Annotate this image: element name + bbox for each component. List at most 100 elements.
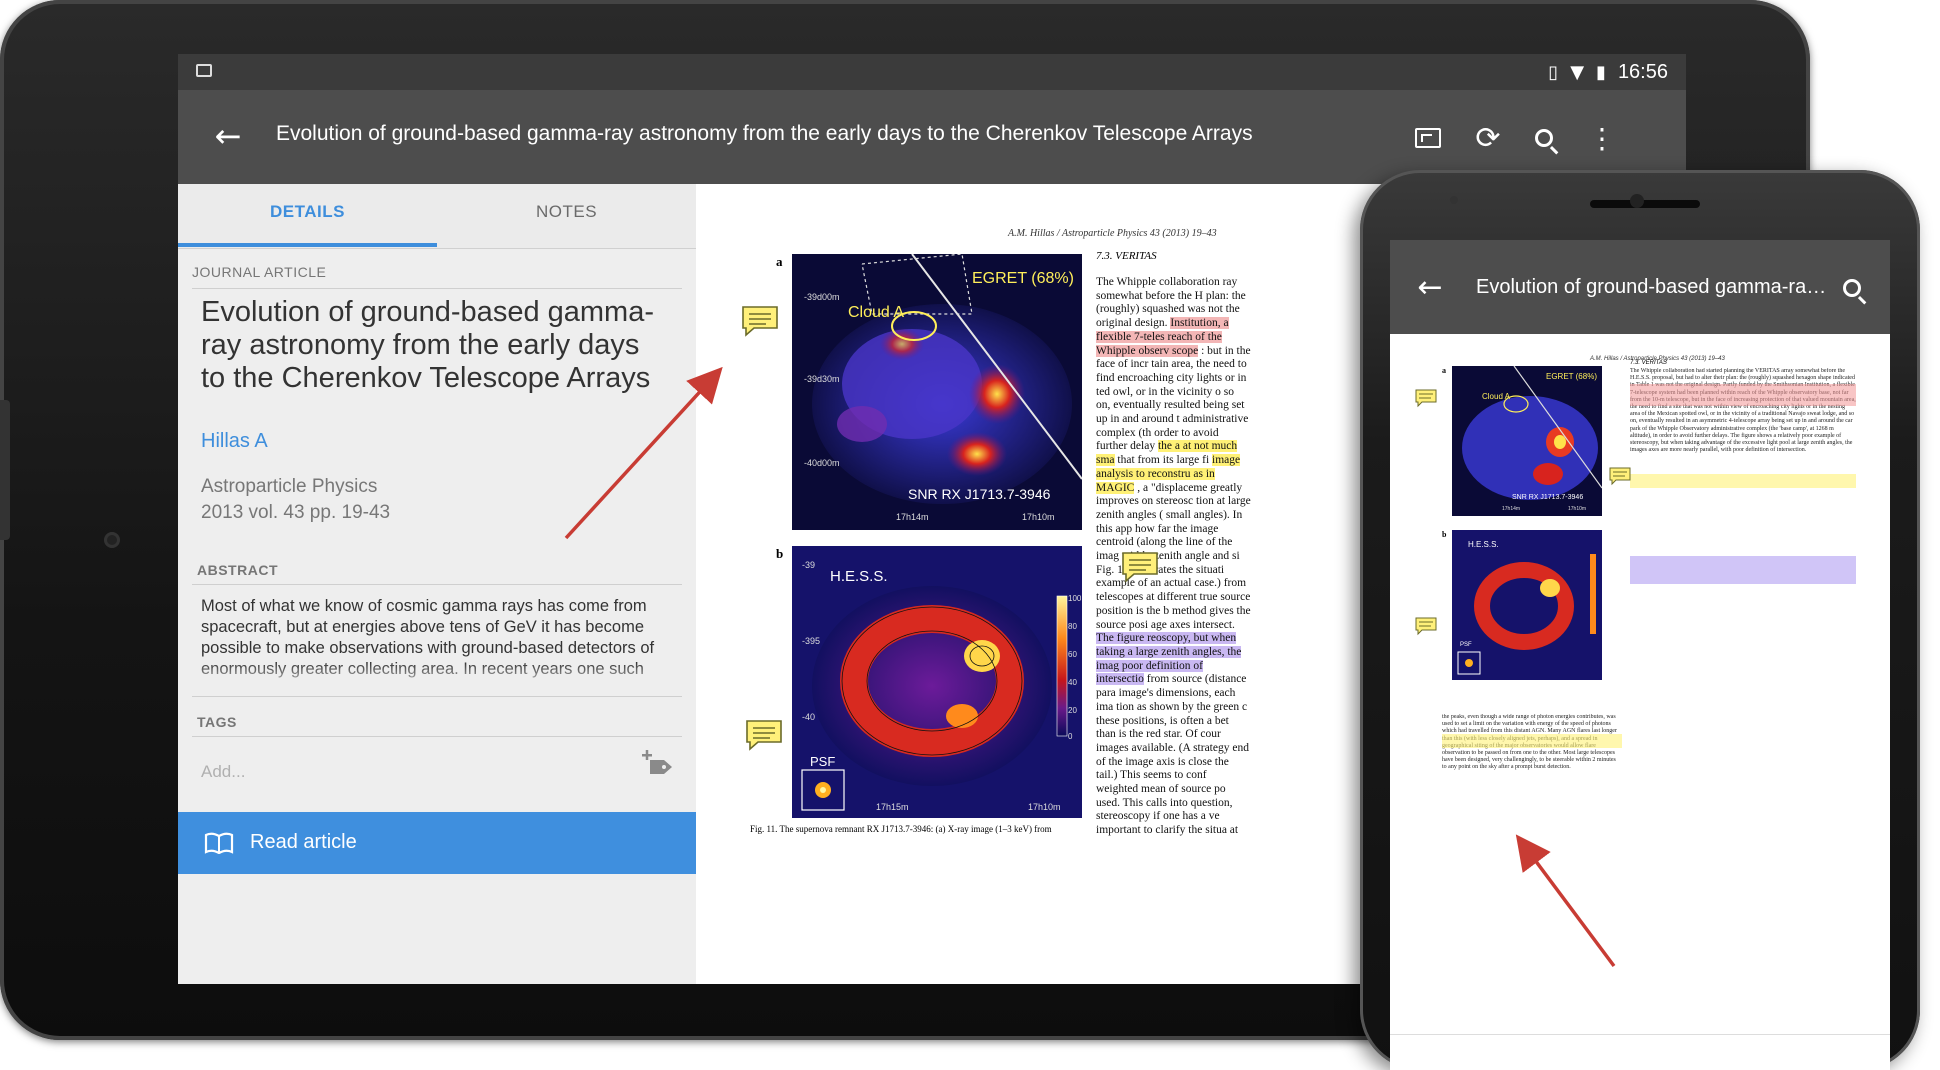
more-vert-icon: ⋮ [1588, 121, 1616, 155]
tags-label: TAGS [197, 714, 237, 730]
phone-note-icon[interactable] [1414, 388, 1438, 408]
book-icon [204, 832, 234, 855]
read-article-button[interactable]: Read article [178, 812, 696, 874]
divider [192, 288, 682, 289]
psf-label: PSF [810, 754, 836, 769]
status-bar: ▯ ▼ ▮ 16:56 [178, 54, 1686, 90]
scale-tick: 100 [1068, 594, 1082, 603]
phone-highlight-yellow[interactable] [1630, 474, 1856, 488]
fit-screen-icon [1415, 128, 1441, 148]
phone-egret-label: EGRET (68%) [1546, 372, 1597, 381]
phone-x-tick: 17h14m [1502, 506, 1521, 512]
y-tick: -40d00m [804, 458, 840, 468]
note-icon[interactable] [740, 304, 780, 338]
divider [192, 696, 682, 697]
author-link[interactable]: Hillas A [201, 430, 268, 453]
phone-panel-a-letter: a [1442, 366, 1446, 375]
x-tick: 17h14m [896, 512, 929, 522]
tablet-side-button [0, 400, 10, 540]
search-icon [1535, 129, 1553, 147]
add-tag-icon[interactable] [640, 750, 676, 780]
details-panel: DETAILS NOTES JOURNAL ARTICLE Evolution … [178, 184, 696, 984]
phone-hess-label: H.E.S.S. [1468, 540, 1499, 549]
y-tick: -40 [802, 712, 816, 722]
phone-document-title: Evolution of ground-based gamma-ray astr… [1476, 276, 1836, 298]
phone-sensor [1450, 196, 1458, 204]
running-head: A.M. Hillas / Astroparticle Physics 43 (… [1008, 228, 1217, 239]
y-tick: -39 [802, 560, 816, 570]
snr-label: SNR RX J1713.7-3946 [908, 486, 1051, 502]
tags-input[interactable]: Add... [201, 762, 245, 782]
phone-speaker [1590, 200, 1700, 208]
tab-details[interactable]: DETAILS [178, 184, 437, 248]
figure-panel-b: H.E.S.S. PSF -39 -395 -40 17h15m 17h10m … [792, 546, 1082, 818]
y-tick: -395 [802, 636, 821, 646]
abstract-label: ABSTRACT [197, 562, 278, 578]
tablet-camera [104, 532, 120, 548]
phone-note-icon[interactable] [1414, 616, 1438, 636]
search-icon [1843, 279, 1861, 297]
journal-name: Astroparticle Physics [201, 476, 378, 497]
phone-cloud-label: Cloud A [1482, 392, 1511, 401]
note-icon[interactable] [744, 718, 784, 752]
divider [192, 584, 682, 585]
battery-icon: ▮ [1596, 61, 1606, 83]
phone-camera [1630, 194, 1644, 208]
phone-figure-panel-a: EGRET (68%) Cloud A SNR RX J1713.7-3946 … [1452, 366, 1602, 516]
phone-highlight-red[interactable] [1630, 384, 1856, 406]
abstract-fade [198, 662, 688, 692]
document-title: Evolution of ground-based gamma-ray astr… [276, 122, 1253, 145]
y-tick: -39d00m [804, 292, 840, 302]
fit-screen-button[interactable] [1408, 118, 1448, 158]
phone-app-bar: ← Evolution of ground-based gamma-ray as… [1390, 240, 1890, 334]
status-right: ▯ ▼ ▮ 16:56 [1548, 58, 1668, 86]
x-tick: 17h15m [876, 802, 909, 812]
text-segment: that from its large fi [1117, 454, 1213, 467]
scale-tick: 80 [1068, 622, 1077, 631]
phone-search-button[interactable] [1838, 274, 1866, 302]
back-arrow-icon: ← [214, 117, 242, 155]
phone-body-text[interactable]: The Whipple collaboration had started pl… [1630, 368, 1856, 808]
cloud-a-label: Cloud A [848, 304, 905, 321]
phone-back-button[interactable]: ← [1410, 268, 1450, 308]
phone-highlight-yellow[interactable] [1442, 734, 1622, 748]
panel-a-letter: a [776, 254, 783, 269]
hess-label: H.E.S.S. [830, 568, 888, 585]
phone-highlight-purple[interactable] [1630, 556, 1856, 584]
read-article-label: Read article [250, 831, 357, 853]
back-button[interactable]: ← [208, 116, 248, 156]
phone-x-tick: 17h10m [1568, 506, 1587, 512]
phone-note-icon[interactable] [1608, 466, 1632, 486]
document-type-label: JOURNAL ARTICLE [192, 264, 327, 280]
journal-info: Astroparticle Physics 2013 vol. 43 pp. 1… [201, 474, 390, 526]
tab-bar: DETAILS NOTES [178, 184, 696, 249]
text-segment: : but in the face of incr tain area, the… [1096, 344, 1251, 453]
phone-panel-b-letter: b [1442, 530, 1447, 539]
phone-snr-label: SNR RX J1713.7-3946 [1512, 494, 1584, 501]
search-button[interactable] [1524, 118, 1564, 158]
scale-tick: 40 [1068, 678, 1077, 687]
tab-notes[interactable]: NOTES [437, 184, 696, 248]
phone-device: ← Evolution of ground-based gamma-ray as… [1360, 170, 1920, 1070]
text-segment: from source (distance para image's dimen… [1096, 673, 1249, 836]
divider [192, 736, 682, 737]
panel-b-letter: b [776, 546, 784, 561]
scale-tick: 20 [1068, 706, 1077, 715]
phone-screen: ← Evolution of ground-based gamma-ray as… [1390, 240, 1890, 1070]
phone-psf-label: PSF [1460, 642, 1472, 648]
back-arrow-icon: ← [1417, 270, 1443, 305]
rotate-button[interactable]: ⟳ [1468, 118, 1508, 158]
phone-document-page[interactable]: A.M. Hillas / Astroparticle Physics 43 (… [1390, 334, 1890, 1070]
note-icon[interactable] [1120, 550, 1160, 584]
x-tick: 17h10m [1028, 802, 1061, 812]
image-notification-icon [196, 64, 212, 77]
page-separator [1390, 1034, 1890, 1035]
phone-figure-panel-b: H.E.S.S. PSF [1452, 530, 1602, 680]
phone-section-heading: 7.3. VERITAS [1630, 360, 1667, 366]
egret-label: EGRET (68%) [972, 270, 1074, 287]
volume-info: 2013 vol. 43 pp. 19-43 [201, 502, 391, 523]
y-tick: -39d30m [804, 374, 840, 384]
scale-tick: 0 [1068, 732, 1073, 741]
overflow-menu-button[interactable]: ⋮ [1582, 118, 1622, 158]
x-tick: 17h10m [1022, 512, 1055, 522]
